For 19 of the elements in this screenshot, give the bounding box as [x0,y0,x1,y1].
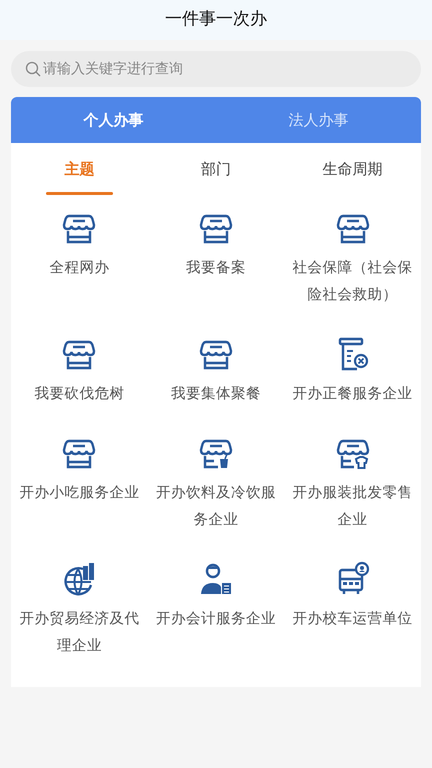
page-title: 一件事一次办 [165,8,267,32]
subtab[interactable]: 部门 [201,158,231,180]
service-item[interactable]: 开办服装批发零售企业 [287,480,418,534]
service-item[interactable]: 开办贸易经济及代理企业 [14,606,145,660]
service-item[interactable]: 我要集体聚餐 [170,381,261,408]
service-item[interactable]: 我要备案 [186,255,246,282]
search-icon [25,61,41,77]
service-item[interactable]: 开办正餐服务企业 [292,381,413,408]
service-item[interactable]: 我要砍伐危树 [34,381,124,408]
subtab[interactable]: 生命周期 [322,158,383,180]
service-item[interactable]: 开办饮料及冷饮服务企业 [150,480,282,534]
tab[interactable]: 个人办事 [11,97,216,143]
search-field[interactable]: 请输入关键字进行查询 [11,51,421,87]
service-item[interactable]: 社会保障（社会保险社会救助） [287,255,418,309]
service-item[interactable]: 开办会计服务企业 [156,606,276,633]
service-item[interactable]: 开办校车运营单位 [292,606,413,633]
active-underline [46,192,113,195]
service-item[interactable]: 开办小吃服务企业 [19,480,140,507]
service-item[interactable]: 全程网办 [49,255,110,282]
